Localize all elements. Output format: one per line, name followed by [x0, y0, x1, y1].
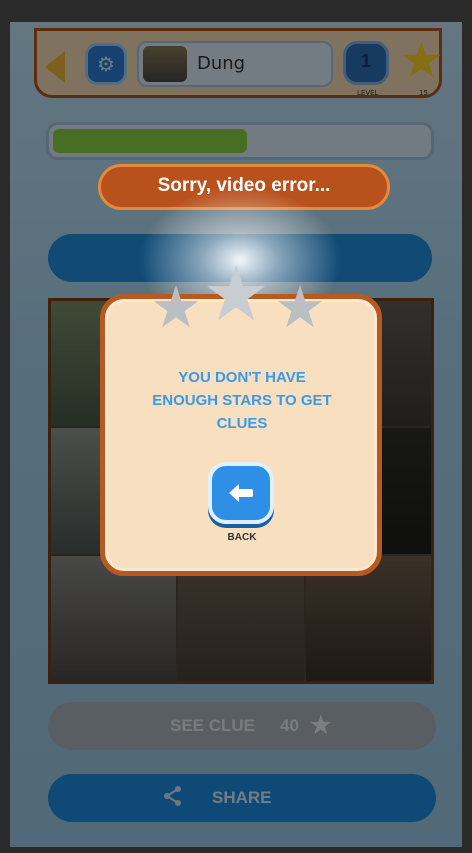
star-icon: ★	[150, 273, 202, 341]
return-arrow-icon	[229, 484, 253, 502]
back-label: BACK	[227, 532, 257, 543]
star-icon: ★	[202, 249, 271, 338]
back-button[interactable]	[208, 462, 274, 524]
star-icon: ★	[274, 273, 326, 341]
dialog-message: YOU DON'T HAVE ENOUGH STARS TO GET CLUES	[152, 369, 332, 432]
star-rating: ★ ★ ★	[150, 249, 332, 341]
